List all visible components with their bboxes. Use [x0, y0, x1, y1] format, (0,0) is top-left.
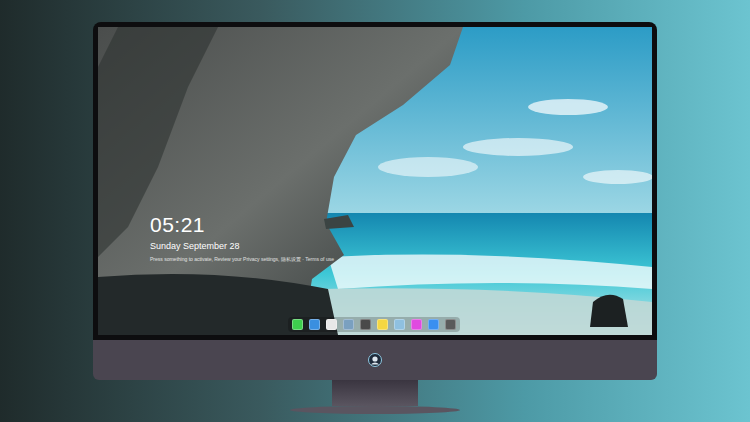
wallpaper-icon [98, 27, 652, 335]
dock-app-icon[interactable] [411, 319, 422, 330]
lock-message: Press something to activate, Review your… [150, 256, 334, 263]
dock-app-icon[interactable] [343, 319, 354, 330]
dock-app-icon[interactable] [360, 319, 371, 330]
dock [288, 317, 460, 332]
monitor-neck [332, 380, 418, 406]
monitor-chin [93, 340, 657, 380]
dock-app-icon[interactable] [428, 319, 439, 330]
monitor-bezel: 05:21 Sunday September 28 Press something … [93, 22, 657, 340]
dock-app-icon[interactable] [326, 319, 337, 330]
dock-app-icon[interactable] [377, 319, 388, 330]
mockup: 05:21 Sunday September 28 Press something … [0, 0, 750, 422]
dock-app-icon[interactable] [309, 319, 320, 330]
lock-info: 05:21 Sunday September 28 Press something … [150, 213, 334, 263]
avatar-logo-icon [368, 353, 382, 367]
dock-app-icon[interactable] [292, 319, 303, 330]
clock-time: 05:21 [150, 213, 334, 237]
dock-app-icon[interactable] [394, 319, 405, 330]
clock-date: Sunday September 28 [150, 240, 334, 252]
monitor-base [290, 406, 460, 414]
screen: 05:21 Sunday September 28 Press something … [98, 27, 652, 335]
dock-app-icon[interactable] [445, 319, 456, 330]
